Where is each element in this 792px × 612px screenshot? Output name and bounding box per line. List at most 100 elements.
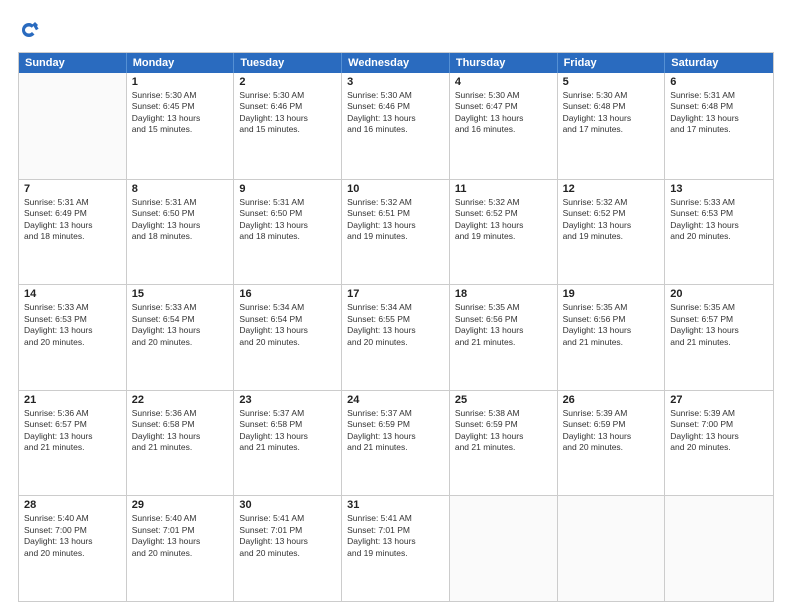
day-number: 7	[24, 183, 121, 195]
week-row-0: 1 Sunrise: 5:30 AM Sunset: 6:45 PM Daylig…	[19, 73, 773, 179]
day-number: 21	[24, 394, 121, 406]
cal-cell: 13 Sunrise: 5:33 AM Sunset: 6:53 PM Dayli…	[665, 180, 773, 285]
day-number: 2	[239, 76, 336, 88]
week-row-3: 21 Sunrise: 5:36 AM Sunset: 6:57 PM Dayli…	[19, 390, 773, 496]
header-day-friday: Friday	[558, 53, 666, 73]
day-number: 30	[239, 499, 336, 511]
cell-content: Sunrise: 5:36 AM Sunset: 6:57 PM Dayligh…	[24, 408, 121, 454]
calendar: SundayMondayTuesdayWednesdayThursdayFrid…	[18, 52, 774, 602]
cal-cell: 5 Sunrise: 5:30 AM Sunset: 6:48 PM Daylig…	[558, 73, 666, 179]
day-number: 26	[563, 394, 660, 406]
cell-content: Sunrise: 5:33 AM Sunset: 6:53 PM Dayligh…	[670, 197, 768, 243]
day-number: 3	[347, 76, 444, 88]
cell-content: Sunrise: 5:40 AM Sunset: 7:01 PM Dayligh…	[132, 513, 229, 559]
cell-content: Sunrise: 5:36 AM Sunset: 6:58 PM Dayligh…	[132, 408, 229, 454]
cal-cell: 18 Sunrise: 5:35 AM Sunset: 6:56 PM Dayli…	[450, 285, 558, 390]
day-number: 27	[670, 394, 768, 406]
cal-cell	[558, 496, 666, 601]
header-day-monday: Monday	[127, 53, 235, 73]
day-number: 14	[24, 288, 121, 300]
cell-content: Sunrise: 5:35 AM Sunset: 6:56 PM Dayligh…	[563, 302, 660, 348]
day-number: 10	[347, 183, 444, 195]
day-number: 17	[347, 288, 444, 300]
cell-content: Sunrise: 5:30 AM Sunset: 6:46 PM Dayligh…	[239, 90, 336, 136]
cell-content: Sunrise: 5:33 AM Sunset: 6:54 PM Dayligh…	[132, 302, 229, 348]
cell-content: Sunrise: 5:31 AM Sunset: 6:50 PM Dayligh…	[132, 197, 229, 243]
cal-cell: 30 Sunrise: 5:41 AM Sunset: 7:01 PM Dayli…	[234, 496, 342, 601]
cal-cell: 16 Sunrise: 5:34 AM Sunset: 6:54 PM Dayli…	[234, 285, 342, 390]
cell-content: Sunrise: 5:34 AM Sunset: 6:55 PM Dayligh…	[347, 302, 444, 348]
cal-cell: 19 Sunrise: 5:35 AM Sunset: 6:56 PM Dayli…	[558, 285, 666, 390]
day-number: 13	[670, 183, 768, 195]
cal-cell: 10 Sunrise: 5:32 AM Sunset: 6:51 PM Dayli…	[342, 180, 450, 285]
cell-content: Sunrise: 5:33 AM Sunset: 6:53 PM Dayligh…	[24, 302, 121, 348]
day-number: 8	[132, 183, 229, 195]
cell-content: Sunrise: 5:30 AM Sunset: 6:45 PM Dayligh…	[132, 90, 229, 136]
cell-content: Sunrise: 5:32 AM Sunset: 6:52 PM Dayligh…	[455, 197, 552, 243]
day-number: 28	[24, 499, 121, 511]
cal-cell: 8 Sunrise: 5:31 AM Sunset: 6:50 PM Daylig…	[127, 180, 235, 285]
cell-content: Sunrise: 5:35 AM Sunset: 6:56 PM Dayligh…	[455, 302, 552, 348]
cal-cell: 17 Sunrise: 5:34 AM Sunset: 6:55 PM Dayli…	[342, 285, 450, 390]
cell-content: Sunrise: 5:31 AM Sunset: 6:49 PM Dayligh…	[24, 197, 121, 243]
header-day-saturday: Saturday	[665, 53, 773, 73]
cell-content: Sunrise: 5:40 AM Sunset: 7:00 PM Dayligh…	[24, 513, 121, 559]
day-number: 12	[563, 183, 660, 195]
day-number: 18	[455, 288, 552, 300]
calendar-header: SundayMondayTuesdayWednesdayThursdayFrid…	[19, 53, 773, 73]
cal-cell: 29 Sunrise: 5:40 AM Sunset: 7:01 PM Dayli…	[127, 496, 235, 601]
day-number: 29	[132, 499, 229, 511]
day-number: 5	[563, 76, 660, 88]
cal-cell: 21 Sunrise: 5:36 AM Sunset: 6:57 PM Dayli…	[19, 391, 127, 496]
header-day-sunday: Sunday	[19, 53, 127, 73]
cal-cell: 14 Sunrise: 5:33 AM Sunset: 6:53 PM Dayli…	[19, 285, 127, 390]
cell-content: Sunrise: 5:31 AM Sunset: 6:48 PM Dayligh…	[670, 90, 768, 136]
cell-content: Sunrise: 5:39 AM Sunset: 7:00 PM Dayligh…	[670, 408, 768, 454]
week-row-2: 14 Sunrise: 5:33 AM Sunset: 6:53 PM Dayli…	[19, 284, 773, 390]
cal-cell: 22 Sunrise: 5:36 AM Sunset: 6:58 PM Dayli…	[127, 391, 235, 496]
cal-cell: 7 Sunrise: 5:31 AM Sunset: 6:49 PM Daylig…	[19, 180, 127, 285]
cal-cell: 6Sunrise: 5:31 AM Sunset: 6:48 PM Daylig…	[665, 73, 773, 179]
cal-cell: 27 Sunrise: 5:39 AM Sunset: 7:00 PM Dayli…	[665, 391, 773, 496]
cal-cell: 4 Sunrise: 5:30 AM Sunset: 6:47 PM Daylig…	[450, 73, 558, 179]
day-number: 11	[455, 183, 552, 195]
cal-cell	[665, 496, 773, 601]
cal-cell: 31Sunrise: 5:41 AM Sunset: 7:01 PM Dayli…	[342, 496, 450, 601]
cal-cell: 12 Sunrise: 5:32 AM Sunset: 6:52 PM Dayli…	[558, 180, 666, 285]
day-number: 22	[132, 394, 229, 406]
cal-cell: 26Sunrise: 5:39 AM Sunset: 6:59 PM Dayli…	[558, 391, 666, 496]
cell-content: Sunrise: 5:32 AM Sunset: 6:52 PM Dayligh…	[563, 197, 660, 243]
cal-cell: 3 Sunrise: 5:30 AM Sunset: 6:46 PM Daylig…	[342, 73, 450, 179]
header-day-tuesday: Tuesday	[234, 53, 342, 73]
week-row-4: 28 Sunrise: 5:40 AM Sunset: 7:00 PM Dayli…	[19, 495, 773, 601]
day-number: 4	[455, 76, 552, 88]
cal-cell: 11 Sunrise: 5:32 AM Sunset: 6:52 PM Dayli…	[450, 180, 558, 285]
week-row-1: 7 Sunrise: 5:31 AM Sunset: 6:49 PM Daylig…	[19, 179, 773, 285]
cal-cell: 25 Sunrise: 5:38 AM Sunset: 6:59 PM Dayli…	[450, 391, 558, 496]
cell-content: Sunrise: 5:30 AM Sunset: 6:48 PM Dayligh…	[563, 90, 660, 136]
cell-content: Sunrise: 5:30 AM Sunset: 6:46 PM Dayligh…	[347, 90, 444, 136]
logo-icon	[18, 20, 40, 42]
page: SundayMondayTuesdayWednesdayThursdayFrid…	[0, 0, 792, 612]
day-number: 23	[239, 394, 336, 406]
day-number: 15	[132, 288, 229, 300]
day-number: 31	[347, 499, 444, 511]
day-number: 25	[455, 394, 552, 406]
day-number: 20	[670, 288, 768, 300]
cell-content: Sunrise: 5:34 AM Sunset: 6:54 PM Dayligh…	[239, 302, 336, 348]
cell-content: Sunrise: 5:30 AM Sunset: 6:47 PM Dayligh…	[455, 90, 552, 136]
cell-content: Sunrise: 5:41 AM Sunset: 7:01 PM Dayligh…	[239, 513, 336, 559]
logo	[18, 18, 43, 42]
cal-cell: 20 Sunrise: 5:35 AM Sunset: 6:57 PM Dayli…	[665, 285, 773, 390]
cal-cell	[450, 496, 558, 601]
cal-cell: 1 Sunrise: 5:30 AM Sunset: 6:45 PM Daylig…	[127, 73, 235, 179]
cell-content: Sunrise: 5:35 AM Sunset: 6:57 PM Dayligh…	[670, 302, 768, 348]
day-number: 19	[563, 288, 660, 300]
cell-content: Sunrise: 5:37 AM Sunset: 6:59 PM Dayligh…	[347, 408, 444, 454]
day-number: 16	[239, 288, 336, 300]
day-number: 1	[132, 76, 229, 88]
cal-cell: 15 Sunrise: 5:33 AM Sunset: 6:54 PM Dayli…	[127, 285, 235, 390]
cell-content: Sunrise: 5:32 AM Sunset: 6:51 PM Dayligh…	[347, 197, 444, 243]
cell-content: Sunrise: 5:38 AM Sunset: 6:59 PM Dayligh…	[455, 408, 552, 454]
cal-cell	[19, 73, 127, 179]
